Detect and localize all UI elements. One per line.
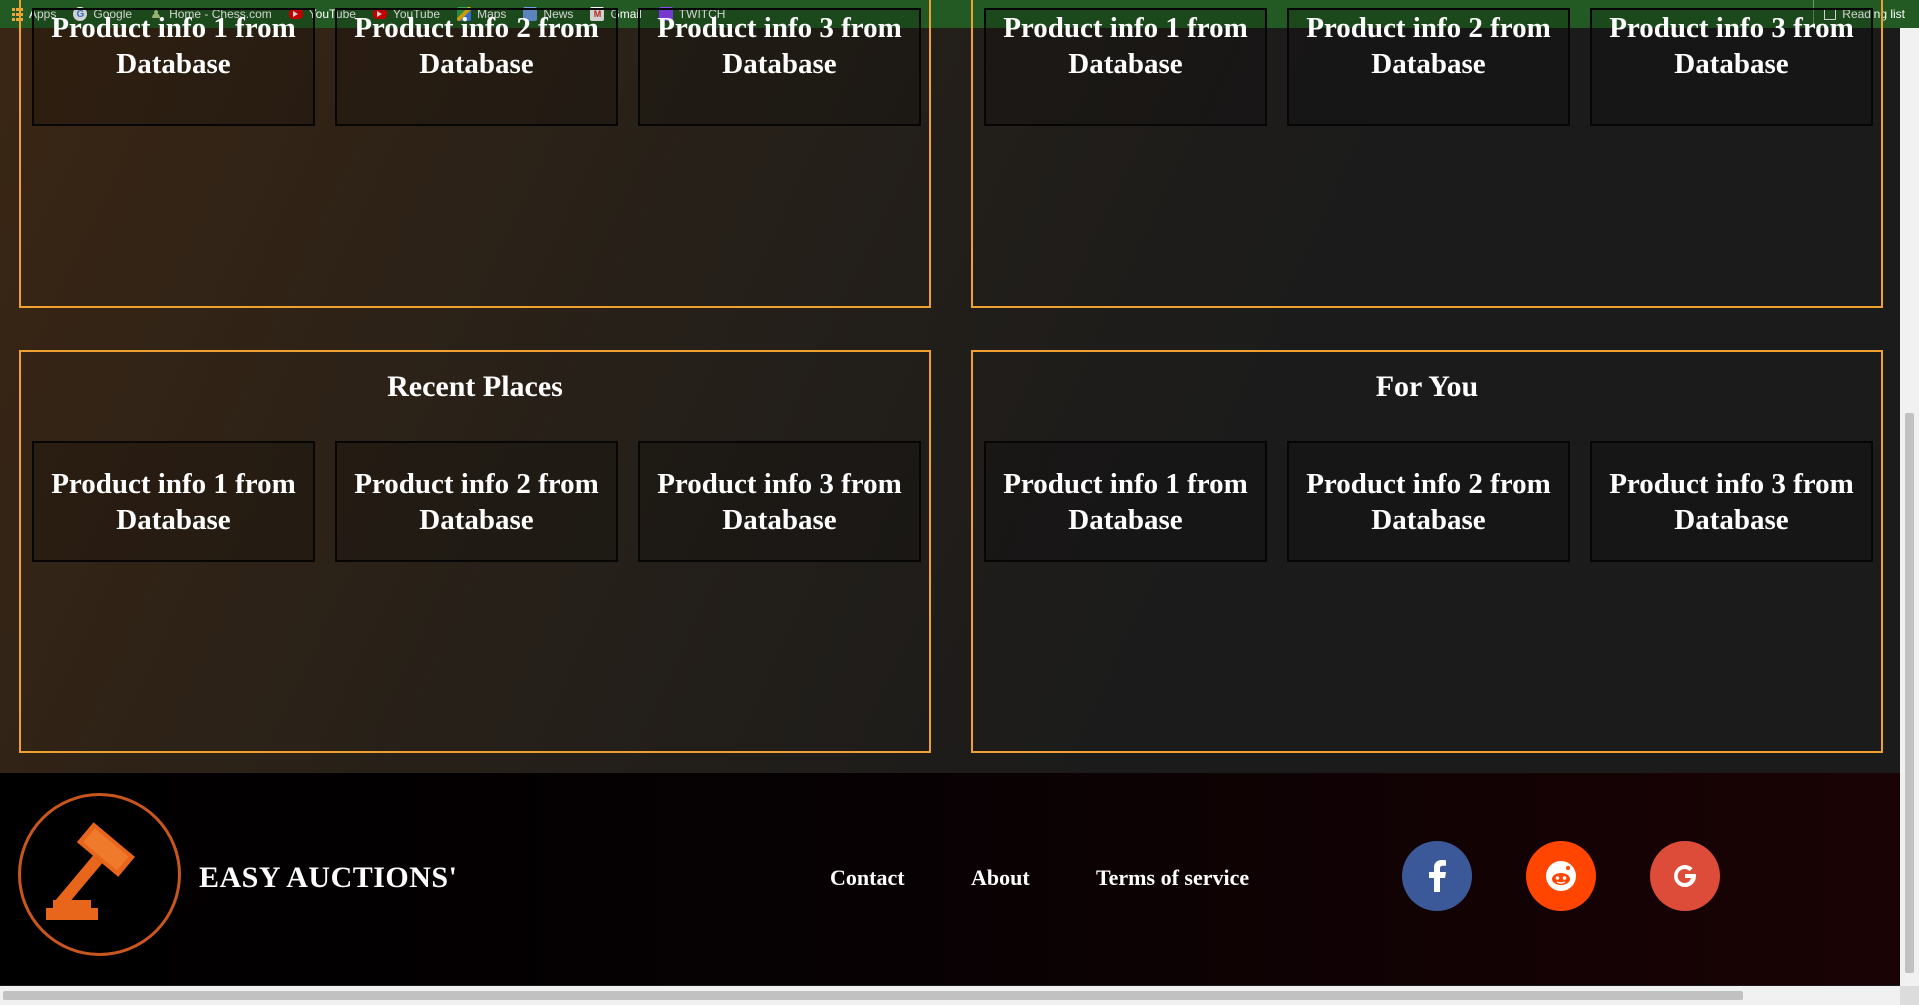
gavel-logo[interactable] [18,793,181,956]
main-content: Product info 1 from Database Product inf… [0,0,1900,773]
product-card-text: Product info 2 from Database [354,12,599,80]
product-card[interactable]: Product info 2 from Database [335,441,618,562]
product-card-text: Product info 3 from Database [1609,467,1854,536]
gavel-icon [46,822,135,920]
product-card-text: Product info 2 from Database [1306,467,1551,536]
vertical-scrollbar-thumb[interactable] [1905,413,1914,973]
product-card-text: Product info 2 from Database [354,467,599,536]
google-plus-icon [1674,865,1697,888]
facebook-icon [1429,860,1446,892]
product-card[interactable]: Product info 2 from Database [335,8,618,126]
product-card-text: Product info 3 from Database [1609,12,1854,80]
product-card[interactable]: Product info 3 from Database [1590,441,1873,562]
product-card[interactable]: Product info 1 from Database [984,441,1267,562]
product-card-text: Product info 3 from Database [657,467,902,536]
footer-link-about[interactable]: About [971,865,1030,891]
product-card-text: Product info 1 from Database [51,467,296,536]
product-card[interactable]: Product info 1 from Database [32,8,315,126]
footer-link-terms[interactable]: Terms of service [1096,865,1249,891]
reddit-button[interactable] [1526,841,1596,911]
product-card[interactable]: Product info 3 from Database [1590,8,1873,126]
site-footer: EASY AUCTIONS' Contact About Terms of se… [0,773,1900,985]
recent-places-panel: Recent Places Product info 1 from Databa… [19,350,931,753]
horizontal-scrollbar[interactable] [0,986,1900,1005]
product-card-text: Product info 1 from Database [51,12,296,80]
product-card[interactable]: Product info 1 from Database [984,8,1267,126]
panel-title: For You [1375,370,1479,403]
product-card-text: Product info 1 from Database [1003,467,1248,536]
reddit-icon [1546,861,1576,891]
product-card[interactable]: Product info 1 from Database [32,441,315,562]
google-button[interactable] [1650,841,1720,911]
for-you-panel: For You Product info 1 from Database Pro… [971,350,1883,753]
product-card[interactable]: Product info 3 from Database [638,8,921,126]
scrollbar-corner [1900,986,1919,1005]
brand-name: EASY AUCTIONS' [199,861,458,894]
product-panel-top-right: Product info 1 from Database Product inf… [971,0,1883,308]
product-card-text: Product info 2 from Database [1306,12,1551,80]
facebook-button[interactable] [1402,841,1472,911]
product-panel-top-left: Product info 1 from Database Product inf… [19,0,931,308]
product-card[interactable]: Product info 2 from Database [1287,8,1570,126]
product-card[interactable]: Product info 3 from Database [638,441,921,562]
product-card[interactable]: Product info 2 from Database [1287,441,1570,562]
footer-link-contact[interactable]: Contact [830,865,905,891]
product-card-text: Product info 1 from Database [1003,12,1248,80]
panel-title: Recent Places [387,370,563,403]
product-card-text: Product info 3 from Database [657,12,902,80]
vertical-scrollbar[interactable] [1900,28,1919,986]
horizontal-scrollbar-thumb[interactable] [3,991,1743,1000]
